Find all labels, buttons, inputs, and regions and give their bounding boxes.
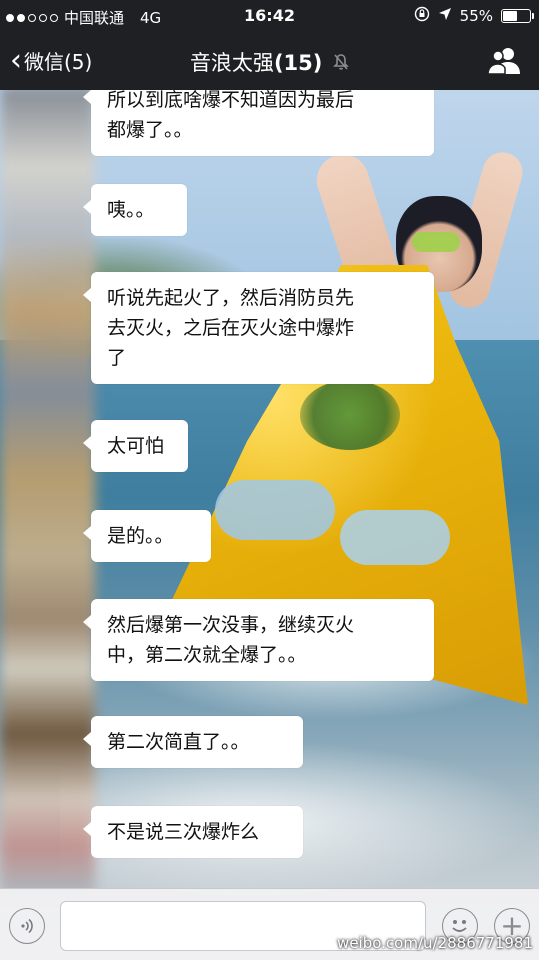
message-bubble[interactable]: 太可怕 [83, 420, 188, 472]
member-count: (15) [273, 51, 323, 75]
battery-percent: 55% [459, 7, 493, 25]
orientation-lock-icon [414, 6, 430, 26]
chat-title-area[interactable]: 音浪太强(15) [0, 47, 539, 77]
battery-icon [501, 9, 534, 23]
message-bubble[interactable]: 听说先起火了，然后消防员先 去灭火，之后在灭火途中爆炸 了 [83, 272, 434, 384]
mute-icon [333, 52, 349, 76]
nav-bar: ‹ 微信(5) 音浪太强(15) [0, 32, 539, 90]
message-bubble[interactable]: 不是说三次爆炸么 [83, 806, 303, 858]
chat-title: 音浪太强 [189, 51, 274, 75]
location-arrow-icon [438, 7, 452, 25]
blurred-avatars [0, 86, 95, 896]
group-members-icon[interactable] [487, 46, 521, 76]
message-bubble[interactable]: 是的。。 [83, 510, 211, 562]
message-bubble[interactable]: 然后爆第一次没事，继续灭火 中，第二次就全爆了。。 [83, 599, 434, 681]
voice-icon[interactable] [9, 908, 45, 944]
message-bubble[interactable]: 第二次简直了。。 [83, 716, 303, 768]
message-bubble[interactable]: 咦。。 [83, 184, 187, 236]
status-bar: 中国联通 4G 16:42 55% [0, 0, 539, 32]
watermark-text: weibo.com/u/2886771981 [337, 934, 533, 952]
